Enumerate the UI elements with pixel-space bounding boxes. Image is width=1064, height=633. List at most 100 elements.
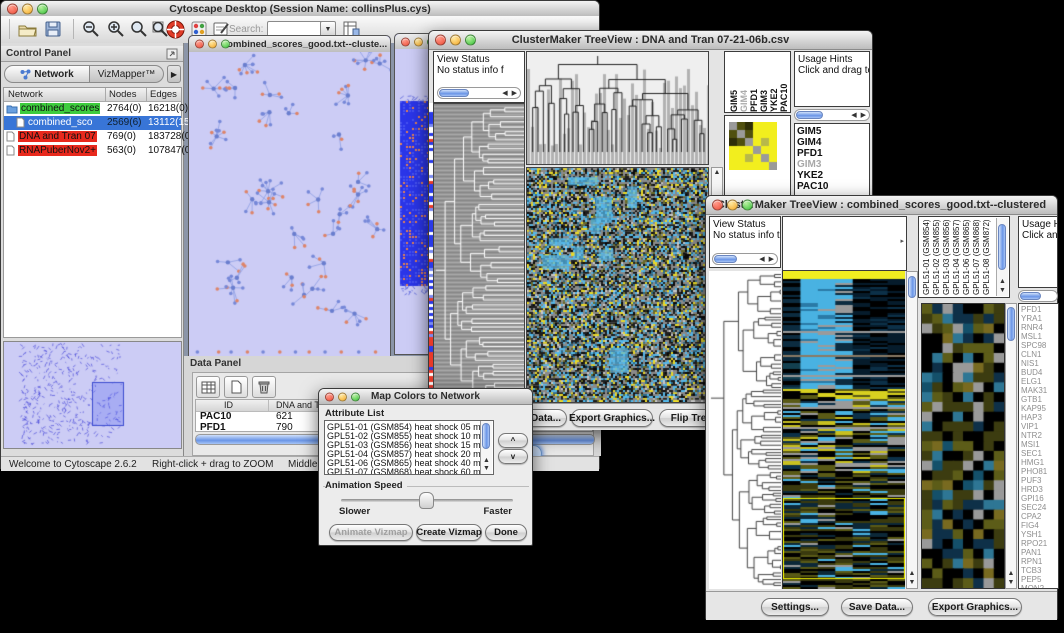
gene-label[interactable]: GPI16 bbox=[1019, 494, 1058, 503]
close-icon[interactable] bbox=[325, 392, 334, 401]
float-panel-icon[interactable] bbox=[166, 48, 178, 63]
gene-label[interactable]: GTB1 bbox=[1019, 395, 1058, 404]
column-label[interactable]: GIM3 bbox=[759, 55, 768, 112]
treeview2-titlebar[interactable]: ClusterMaker TreeView : combined_scores_… bbox=[706, 196, 1057, 215]
column-label[interactable]: YKE2 bbox=[769, 55, 778, 112]
gene-label[interactable]: RNR4 bbox=[1019, 323, 1058, 332]
treeview1-titlebar[interactable]: ClusterMaker TreeView : DNA and Tran 07-… bbox=[429, 31, 872, 50]
animation-speed-slider-thumb[interactable] bbox=[419, 492, 434, 509]
gene-label[interactable]: PFD1 bbox=[1019, 305, 1058, 314]
minimize-icon[interactable] bbox=[338, 392, 347, 401]
scrollbar-thumb[interactable] bbox=[714, 255, 737, 263]
scrollbar-arrows-icon[interactable]: ◀ ▶ bbox=[759, 255, 775, 263]
gene-label[interactable]: MSL1 bbox=[1019, 332, 1058, 341]
zoom-selected-icon[interactable] bbox=[129, 19, 149, 39]
scrollbar-thumb[interactable] bbox=[482, 423, 490, 449]
gene-label[interactable]: YSH1 bbox=[1019, 530, 1058, 539]
network1-titlebar[interactable]: combined_scores_good.txt--cluste... bbox=[189, 36, 390, 53]
gene-label[interactable]: PUF3 bbox=[1019, 476, 1058, 485]
column-label[interactable]: PFD1 bbox=[749, 55, 758, 112]
gene-label[interactable]: RPO21 bbox=[1019, 539, 1058, 548]
maximize-icon[interactable] bbox=[221, 40, 230, 49]
delete-attribute-trash-icon[interactable] bbox=[252, 376, 276, 398]
gene-label[interactable]: SPC98 bbox=[1019, 341, 1058, 350]
scrollbar-thumb[interactable] bbox=[1007, 307, 1015, 341]
attribute-list[interactable]: GPL51-01 (GSM854) heat shock 05 minGPL51… bbox=[324, 420, 494, 475]
gene-label[interactable]: MON2 bbox=[1019, 584, 1058, 589]
column-label[interactable]: GPL51-03 (GSM856) bbox=[942, 219, 952, 295]
tv1-summary-matrix-canvas[interactable] bbox=[729, 122, 777, 170]
col-id[interactable]: ID bbox=[224, 400, 233, 410]
maximize-icon[interactable] bbox=[465, 35, 476, 46]
move-up-button[interactable]: ^ bbox=[498, 433, 528, 448]
minimize-icon[interactable] bbox=[450, 35, 461, 46]
column-label[interactable]: GPL51-04 (GSM857) bbox=[952, 219, 962, 295]
minimize-icon[interactable] bbox=[727, 200, 738, 211]
column-label[interactable]: PAC10 bbox=[779, 55, 788, 112]
gene-label[interactable]: KAP95 bbox=[1019, 404, 1058, 413]
maximize-icon[interactable] bbox=[37, 3, 48, 14]
move-down-button[interactable]: v bbox=[498, 449, 528, 464]
attribute-item[interactable]: GPL51-07 (GSM868) heat shock 60 min bbox=[325, 468, 493, 475]
column-label[interactable]: GIM5 bbox=[729, 55, 738, 112]
scrollbar-thumb[interactable] bbox=[796, 111, 823, 119]
close-icon[interactable] bbox=[195, 40, 204, 49]
scroll-down-icon[interactable]: ▼ bbox=[907, 579, 917, 587]
scrollbar-thumb[interactable] bbox=[439, 89, 469, 97]
gene-label[interactable]: BUD4 bbox=[1019, 368, 1058, 377]
gene-label[interactable]: HAP3 bbox=[1019, 413, 1058, 422]
gene-label[interactable]: SEC1 bbox=[1019, 449, 1058, 458]
view-status-hscrollbar[interactable]: ◀ ▶ bbox=[437, 87, 521, 99]
help-lifering-icon[interactable] bbox=[164, 18, 186, 40]
dialog-titlebar[interactable]: Map Colors to Network bbox=[319, 389, 532, 405]
overview-canvas[interactable] bbox=[4, 342, 181, 448]
scrollbar-arrows-icon[interactable]: ◀ ▶ bbox=[502, 89, 518, 97]
tv1-column-dendrogram-canvas[interactable] bbox=[526, 51, 709, 165]
open-file-icon[interactable] bbox=[17, 19, 37, 39]
tv2-row-dendrogram-canvas[interactable] bbox=[709, 271, 781, 589]
gene-label[interactable]: CLN1 bbox=[1019, 350, 1058, 359]
gene-label[interactable]: VIP1 bbox=[1019, 422, 1058, 431]
done-button[interactable]: Done bbox=[485, 524, 527, 541]
gene-label[interactable]: YRA1 bbox=[1019, 314, 1058, 323]
network-row-dna-tran[interactable]: DNA and Tran 07 769(0) 183728(0) bbox=[4, 130, 181, 144]
export-graphics-button[interactable]: Export Graphics... bbox=[571, 409, 653, 427]
gene-label[interactable]: GIM4 bbox=[795, 137, 869, 148]
tab-vizmapper[interactable]: VizMapper™ bbox=[90, 65, 164, 83]
gene-label[interactable]: RPN1 bbox=[1019, 557, 1058, 566]
settings-button[interactable]: Settings... bbox=[761, 598, 829, 616]
column-label[interactable]: GIM4 bbox=[739, 55, 748, 112]
tab-network[interactable]: Network bbox=[4, 65, 90, 83]
gene-label[interactable]: PAC10 bbox=[795, 181, 869, 192]
gene-label[interactable]: CPA2 bbox=[1019, 512, 1058, 521]
tv1-heatmap-canvas[interactable] bbox=[526, 167, 709, 403]
scroll-up-icon[interactable]: ▲ bbox=[712, 169, 722, 177]
export-graphics-button[interactable]: Export Graphics... bbox=[928, 598, 1022, 616]
network-row-combined-scores[interactable]: combined_scores 2764(0) 16218(0) bbox=[4, 102, 181, 116]
save-icon[interactable] bbox=[43, 19, 63, 39]
scroll-down-icon[interactable]: ▼ bbox=[481, 465, 492, 473]
scroll-up-icon[interactable]: ▲ bbox=[1006, 570, 1016, 578]
scroll-down-icon[interactable]: ▼ bbox=[1006, 579, 1016, 587]
network-row-rnapuber[interactable]: RNAPuberNov2+ 563(0) 107847(0) bbox=[4, 144, 181, 158]
minimize-icon[interactable] bbox=[208, 40, 217, 49]
gene-label[interactable]: NIS1 bbox=[1019, 359, 1058, 368]
save-data-button[interactable]: Save Data... bbox=[841, 598, 913, 616]
scroll-up-icon[interactable]: ▲ bbox=[481, 457, 492, 465]
attribute-list-vscrollbar[interactable]: ▲ ▼ bbox=[480, 421, 492, 474]
main-titlebar[interactable]: Cytoscape Desktop (Session Name: collins… bbox=[1, 1, 599, 17]
close-icon[interactable] bbox=[712, 200, 723, 211]
close-icon[interactable] bbox=[435, 35, 446, 46]
gene-label[interactable]: HRD3 bbox=[1019, 485, 1058, 494]
column-label[interactable]: GPL51-06 (GSM865) bbox=[962, 219, 972, 295]
close-icon[interactable] bbox=[7, 3, 18, 14]
gene-label[interactable]: YKE2 bbox=[795, 170, 869, 181]
gene-label[interactable]: MSI1 bbox=[1019, 440, 1058, 449]
column-label[interactable]: GPL51-08 (GSM872) bbox=[982, 219, 992, 295]
column-label[interactable]: GPL51-07 (GSM868) bbox=[972, 219, 982, 295]
create-vizmap-button[interactable]: Create Vizmap bbox=[416, 524, 482, 541]
tab-overflow-button[interactable]: ▶ bbox=[167, 65, 181, 83]
minimize-icon[interactable] bbox=[414, 37, 423, 46]
gene-label[interactable]: SEC24 bbox=[1019, 503, 1058, 512]
column-label[interactable]: GPL51-02 (GSM855) bbox=[932, 219, 942, 295]
